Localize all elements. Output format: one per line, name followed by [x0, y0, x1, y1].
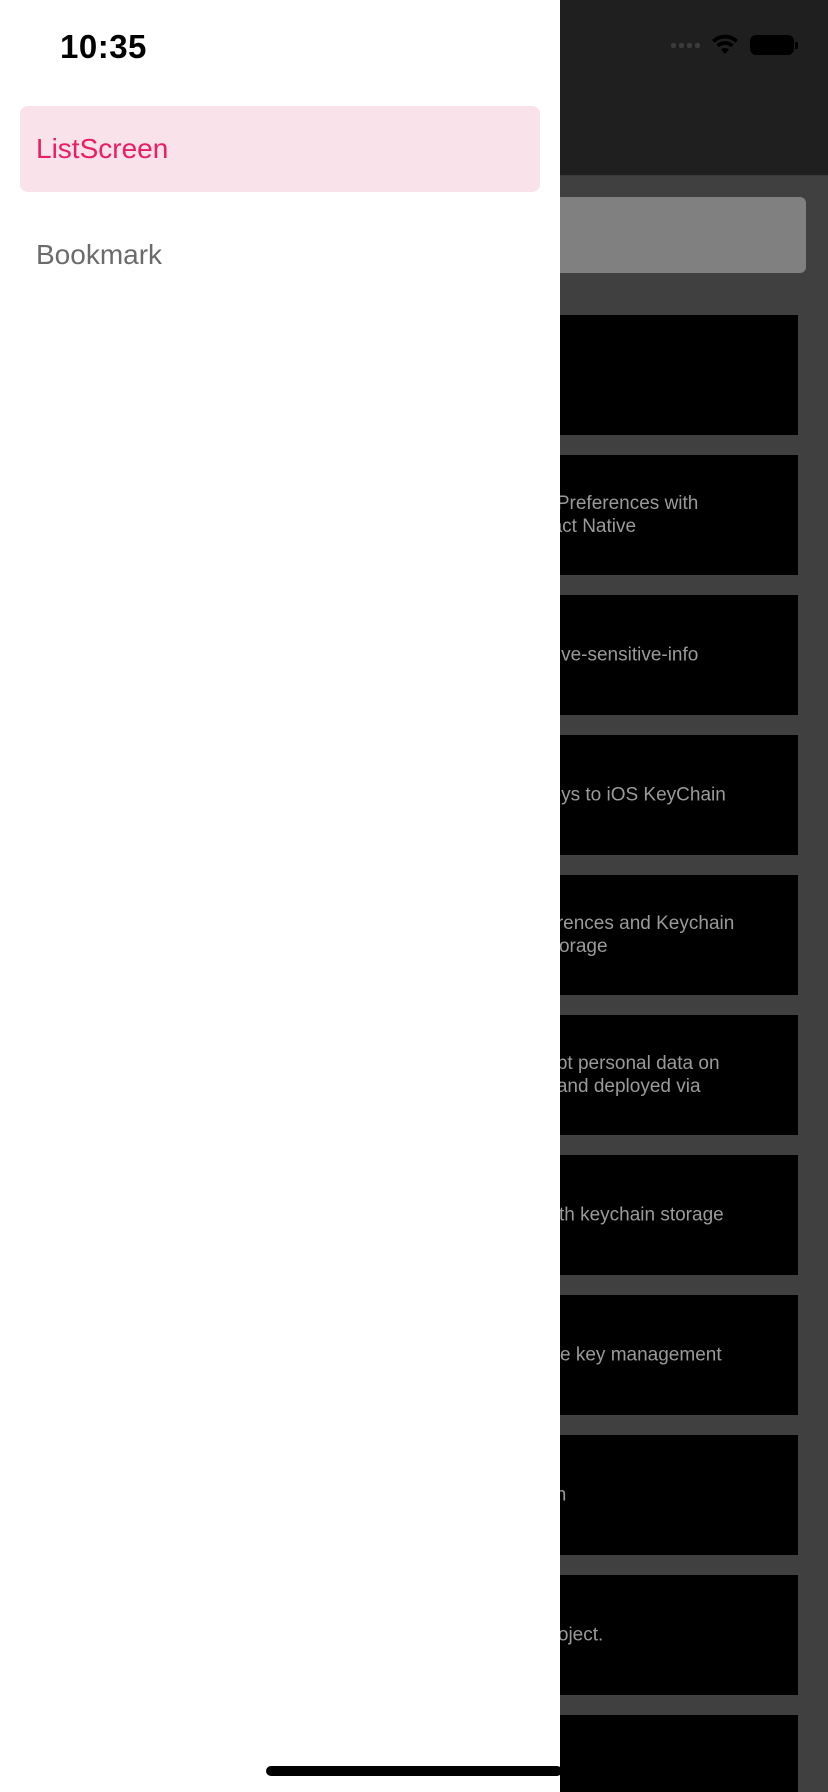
list-item-text: with keychain storage — [541, 1204, 724, 1226]
list-item-text: ferences and Keychain Storage — [541, 913, 735, 957]
list-item-text: ative-sensitive-info — [541, 644, 699, 666]
list-item-text: project. — [541, 1624, 604, 1646]
status-bar-right — [671, 34, 798, 56]
signal-icon — [671, 42, 700, 48]
list-item-text: d Preferences with eact Native — [541, 493, 699, 537]
drawer-item-listscreen[interactable]: ListScreen — [20, 106, 540, 192]
home-indicator — [266, 1766, 562, 1776]
wifi-icon — [712, 34, 738, 54]
list-item-text: rypt personal data on d and deployed via — [541, 1053, 720, 1097]
list-item-text: bile key management — [541, 1344, 722, 1366]
status-time: 10:35 — [60, 28, 147, 65]
battery-icon — [750, 35, 798, 55]
drawer-item-bookmark[interactable]: Bookmark — [20, 212, 540, 298]
navigation-drawer: 10:35 ListScreen Bookmark — [0, 0, 560, 1792]
list-item-text: ain — [541, 1484, 778, 1507]
drawer-item-label: Bookmark — [36, 239, 163, 270]
screen: d Preferences with eact Native ative-sens… — [0, 0, 828, 1792]
list-item-text: keys to iOS KeyChain — [541, 784, 726, 806]
drawer-item-label: ListScreen — [36, 133, 169, 164]
